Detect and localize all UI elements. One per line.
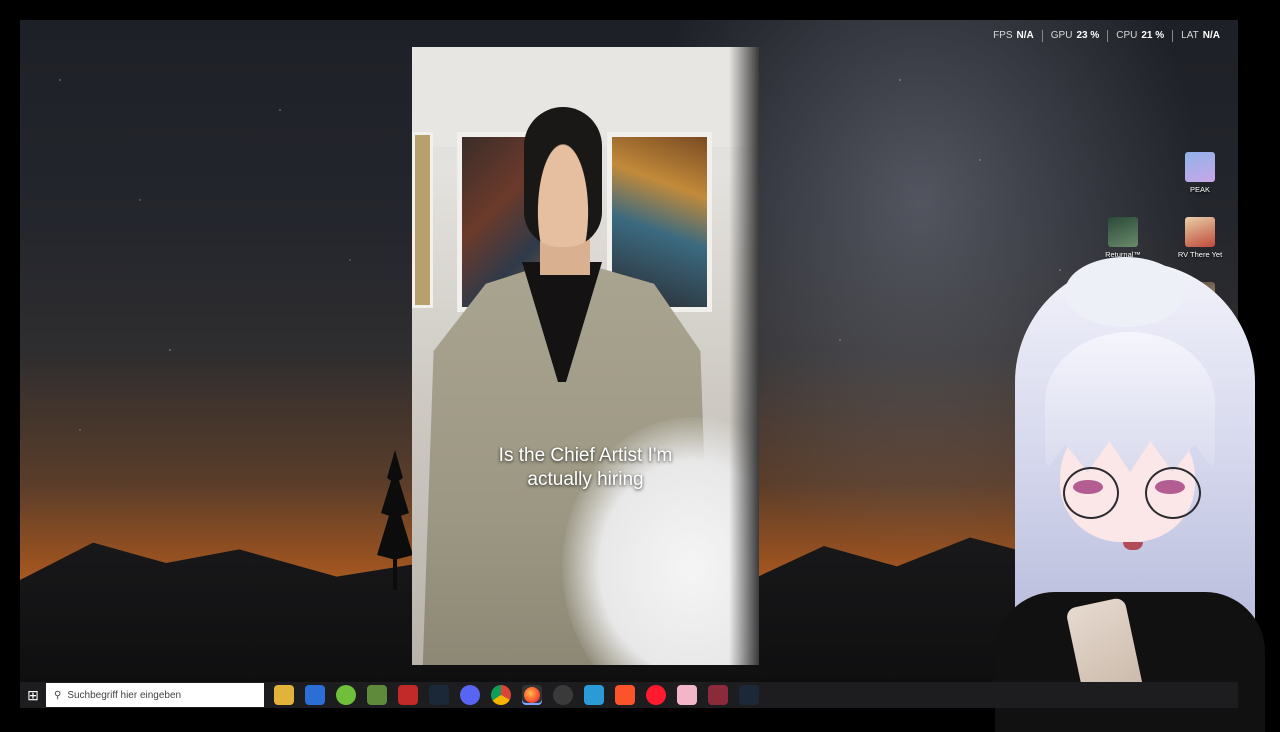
search-placeholder: Suchbegriff hier eingeben — [67, 689, 182, 701]
steam-2-icon[interactable] — [739, 685, 759, 705]
search-icon: ⚲ — [54, 689, 62, 701]
cpu-stat: CPU 21 % — [1107, 30, 1172, 42]
desktop-icon-label: RV There Yet — [1177, 250, 1223, 259]
caption-line-2: actually hiring — [527, 469, 644, 490]
video-edge-shadow — [729, 47, 759, 665]
lat-value: N/A — [1202, 30, 1220, 41]
desktop-icon-returnal[interactable]: Returnal™ — [1095, 217, 1151, 259]
pink-app-icon[interactable] — [677, 685, 697, 705]
blue-app-icon[interactable] — [584, 685, 604, 705]
steam-icon[interactable] — [429, 685, 449, 705]
red-app-icon[interactable] — [398, 685, 418, 705]
taskbar: ⊞ ⚲ Suchbegriff hier eingeben — [20, 682, 1238, 708]
peak-icon — [1185, 152, 1215, 182]
desktop-icon-peak[interactable]: PEAK — [1172, 152, 1228, 194]
gpu-value: 23 % — [1076, 30, 1100, 41]
video-caption: Is the Chief Artist I'm actually hiring — [412, 444, 759, 492]
avatar-glasses-right — [1145, 467, 1201, 519]
fps-value: N/A — [1016, 30, 1034, 41]
green-app-icon[interactable] — [336, 685, 356, 705]
red-app-2-icon[interactable] — [708, 685, 728, 705]
firefox-icon[interactable] — [522, 685, 542, 705]
fps-stat: FPS N/A — [985, 30, 1042, 42]
lat-label: LAT — [1181, 30, 1199, 41]
discord-icon[interactable] — [460, 685, 480, 705]
cpu-label: CPU — [1116, 30, 1138, 41]
caption-line-1: Is the Chief Artist I'm — [498, 445, 673, 466]
returnal-icon — [1108, 217, 1138, 247]
desktop-icon-label: PEAK — [1189, 185, 1210, 194]
cpu-value: 21 % — [1141, 30, 1165, 41]
performance-overlay: FPS N/A GPU 23 % CPU 21 % LAT N/A — [985, 30, 1228, 42]
painting — [412, 132, 433, 308]
fps-label: FPS — [993, 30, 1013, 41]
vtuber-avatar — [955, 257, 1280, 732]
desktop-icon-rv-there-yet[interactable]: RV There Yet — [1172, 217, 1228, 259]
taskbar-apps — [274, 685, 759, 705]
file-explorer-icon[interactable] — [274, 685, 294, 705]
taskbar-search[interactable]: ⚲ Suchbegriff hier eingeben — [46, 683, 264, 707]
avatar-hair-bun — [1065, 257, 1185, 327]
gpu-label: GPU — [1050, 30, 1073, 41]
obs-icon[interactable] — [553, 685, 573, 705]
latency-stat: LAT N/A — [1172, 30, 1228, 42]
store-icon[interactable] — [305, 685, 325, 705]
minecraft-icon[interactable] — [367, 685, 387, 705]
rv-there-yet-icon — [1185, 217, 1215, 247]
avatar-glasses-left — [1063, 467, 1119, 519]
gpu-stat: GPU 23 % — [1041, 30, 1107, 42]
brave-icon[interactable] — [615, 685, 635, 705]
video-player[interactable]: Is the Chief Artist I'm actually hiring — [412, 47, 759, 665]
head — [524, 107, 602, 247]
opera-icon[interactable] — [646, 685, 666, 705]
chrome-icon[interactable] — [491, 685, 511, 705]
windows-start-button[interactable]: ⊞ — [22, 682, 44, 708]
